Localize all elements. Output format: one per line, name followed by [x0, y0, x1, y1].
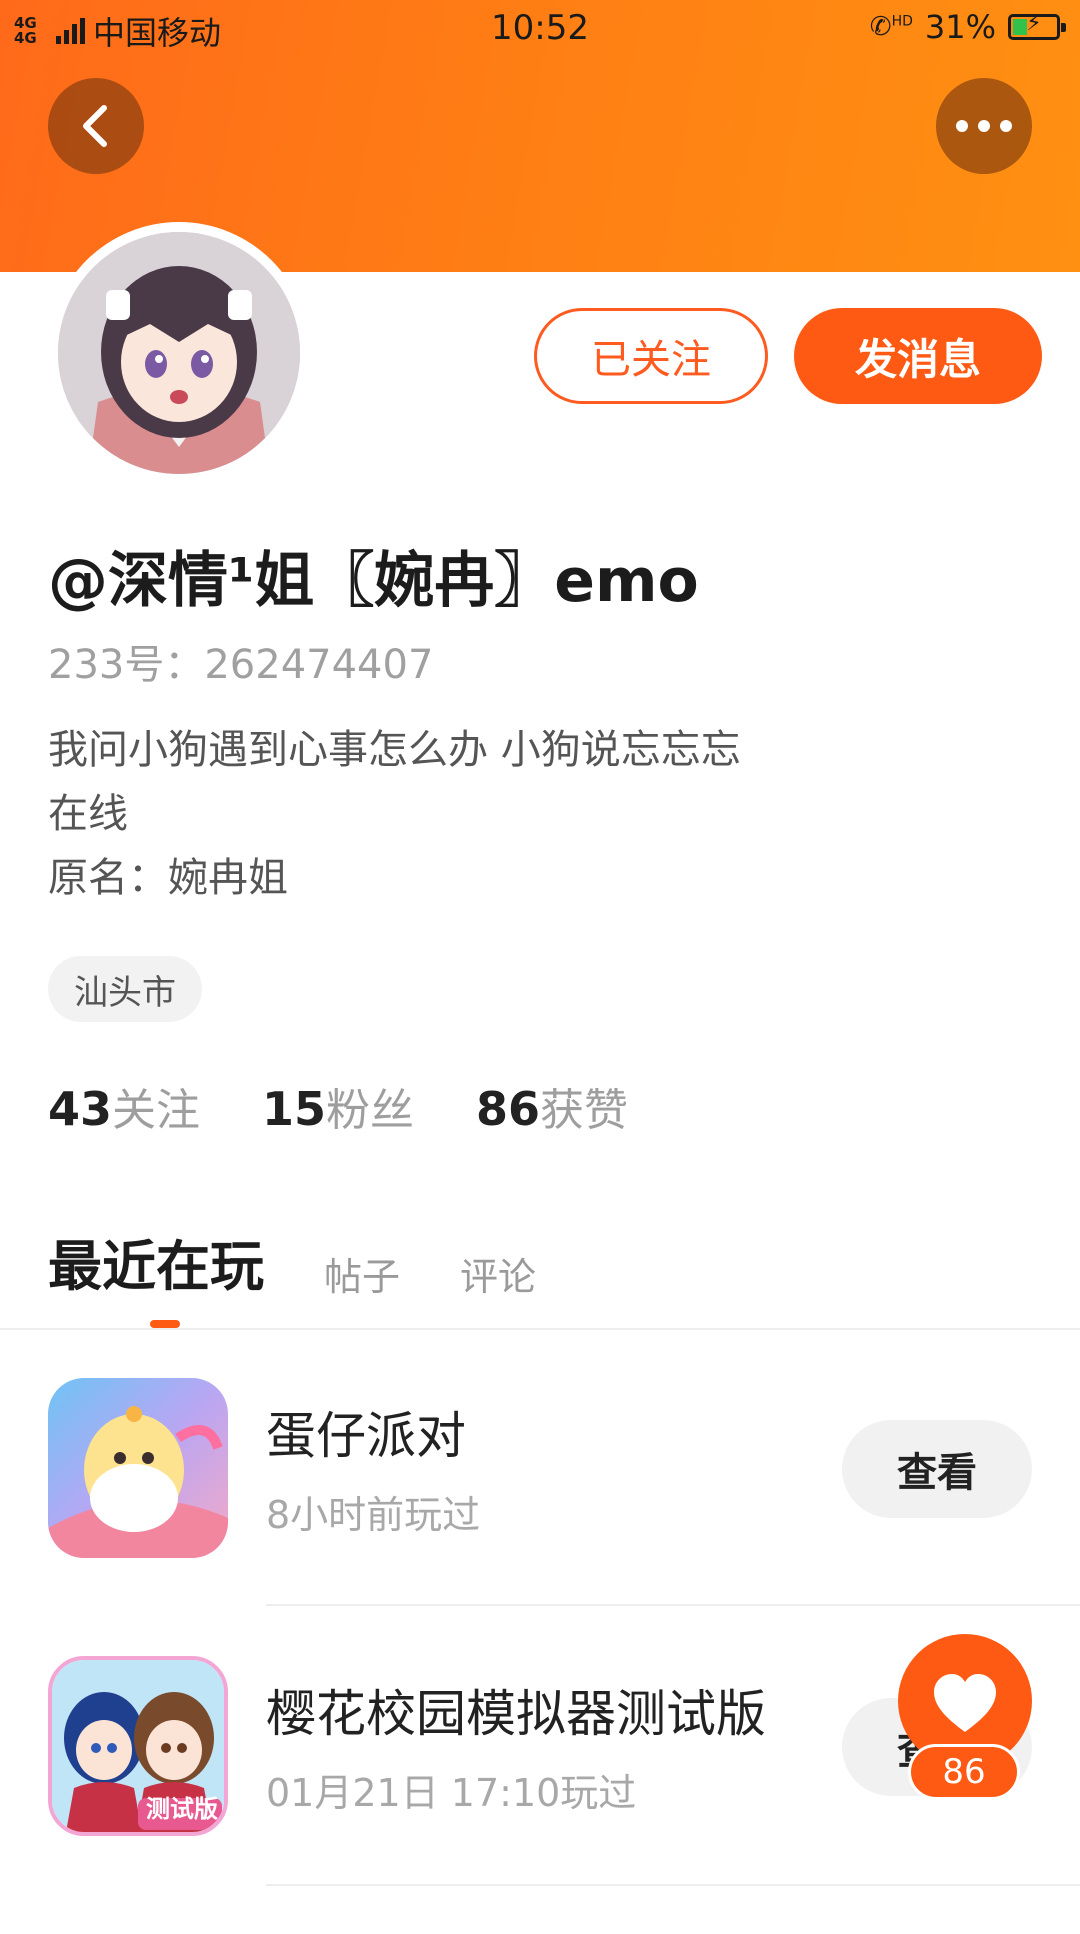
stat-value: 86 [476, 1082, 541, 1136]
stat-following[interactable]: 43关注 [48, 1074, 200, 1138]
list-item[interactable]: 蛋仔派对 8小时前玩过 查看 [0, 1378, 1080, 1656]
more-options-button[interactable] [936, 78, 1032, 174]
charging-icon: ⚡ [1026, 11, 1042, 36]
battery-icon: ⚡ [1008, 11, 1066, 40]
tab-recently-played[interactable]: 最近在玩 [48, 1222, 264, 1301]
list-divider [266, 1604, 1080, 1606]
game-played-time: 8小时前玩过 [266, 1493, 481, 1537]
location-tag[interactable]: 汕头市 [48, 956, 202, 1022]
game-played-time: 01月21日 17:10玩过 [266, 1771, 637, 1815]
active-tab-indicator [150, 1320, 180, 1328]
stat-value: 15 [262, 1082, 327, 1136]
game-title: 樱花校园模拟器测试版 [266, 1685, 766, 1743]
stat-label: 获赞 [540, 1085, 629, 1136]
more-dots-icon [956, 120, 1012, 132]
followed-button[interactable]: 已关注 [534, 308, 768, 404]
list-divider [266, 1884, 1080, 1886]
username: @深情¹姐〖婉冉〗emo [48, 546, 699, 616]
like-count-badge: 86 [908, 1744, 1020, 1800]
profile-tabs: 最近在玩 帖子 评论 [48, 1222, 536, 1301]
send-message-button[interactable]: 发消息 [794, 308, 1042, 404]
user-id: 233号：262474407 [48, 642, 434, 688]
sakura-school-simulator-icon: 测试版 [48, 1656, 228, 1836]
stat-label: 关注 [112, 1085, 201, 1136]
game-title: 蛋仔派对 [266, 1407, 466, 1465]
test-version-badge: 测试版 [146, 1795, 218, 1823]
tab-comments[interactable]: 评论 [460, 1246, 536, 1301]
bio-line: 原名：婉冉姐 [48, 855, 288, 901]
chevron-left-icon [83, 105, 107, 147]
bio-line: 在线 [48, 791, 128, 837]
anime-girl-avatar-icon [58, 232, 300, 474]
stats-row: 43关注 15粉丝 86获赞 [48, 1074, 628, 1138]
stat-likes[interactable]: 86获赞 [476, 1074, 628, 1138]
bio: 我问小狗遇到心事怎么办 小狗说忘忘忘 在线 原名：婉冉姐 [48, 718, 741, 910]
hd-label: HD [891, 13, 913, 30]
stat-label: 粉丝 [326, 1085, 415, 1136]
stat-value: 43 [48, 1082, 113, 1136]
tabs-divider [0, 1328, 1080, 1330]
view-game-button[interactable]: 查看 [842, 1420, 1032, 1518]
back-button[interactable] [48, 78, 144, 174]
status-right: ✆HD 31% ⚡ [869, 8, 1066, 46]
eggy-party-game-icon [48, 1378, 228, 1558]
status-bar: 4G 4G 中国移动 10:52 ✆HD 31% ⚡ [0, 0, 1080, 58]
avatar[interactable] [48, 222, 310, 484]
stat-fans[interactable]: 15粉丝 [262, 1074, 414, 1138]
battery-percent: 31% [924, 8, 996, 46]
hd-call-icon: ✆HD [869, 12, 913, 42]
bio-line: 我问小狗遇到心事怎么办 小狗说忘忘忘 [48, 727, 741, 773]
tab-posts[interactable]: 帖子 [324, 1246, 400, 1301]
